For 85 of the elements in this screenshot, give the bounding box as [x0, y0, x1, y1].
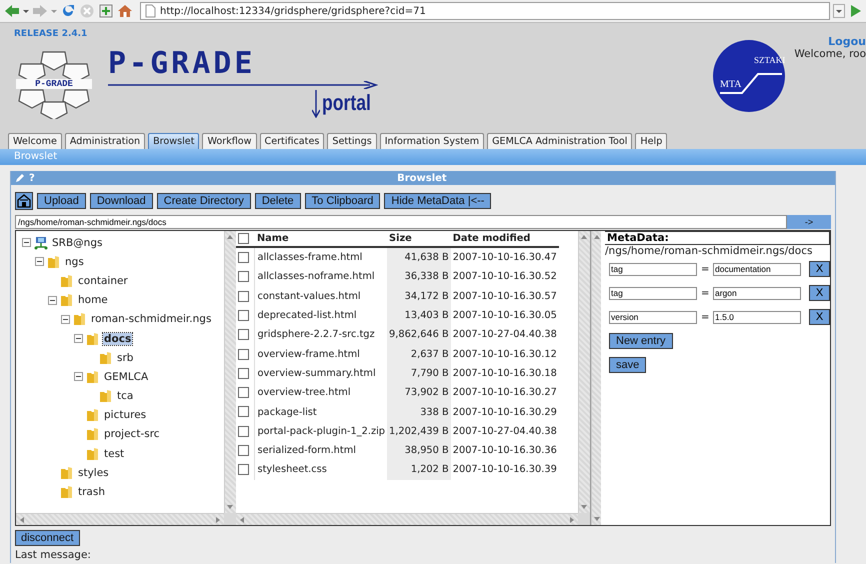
- tree-item[interactable]: ngs: [64, 256, 85, 268]
- file-size: 9,862,646 B: [387, 325, 451, 344]
- tab[interactable]: GEMLCA Administration Tool: [487, 133, 632, 149]
- tab[interactable]: Settings: [327, 133, 377, 149]
- logo-title: P-GRADE: [108, 49, 256, 79]
- url-text: http://localhost:12334/gridsphere/gridsphere?cid=71: [160, 6, 426, 16]
- key-field[interactable]: version: [609, 310, 697, 324]
- key-field[interactable]: tag: [609, 286, 697, 300]
- tree-item[interactable]: styles: [77, 466, 110, 479]
- file-size: 41,638 B: [387, 247, 451, 268]
- toolbar-button[interactable]: Download: [90, 193, 153, 209]
- tab[interactable]: Workflow: [202, 133, 257, 149]
- file-date: 2007-10-10-16.30.47: [450, 247, 559, 268]
- tree-item[interactable]: srb: [116, 352, 134, 364]
- welcome-text: Welcome, roo: [793, 48, 866, 60]
- remove-button[interactable]: X: [809, 309, 830, 325]
- breadcrumb: Browslet: [14, 151, 58, 162]
- file-date: 2007-10-10-16.30.27: [450, 383, 559, 402]
- status-text: Last message:: [15, 549, 92, 561]
- disconnect-button[interactable]: disconnect: [15, 530, 80, 546]
- file-date: 2007-10-10-16.30.18: [450, 364, 559, 384]
- tree-item[interactable]: docs: [103, 332, 132, 345]
- column-header[interactable]: Date modified: [450, 231, 559, 247]
- logo-text: MTA: [720, 79, 742, 90]
- file-date: 2007-10-10-16.30.36: [450, 440, 559, 460]
- tab[interactable]: Browslet: [148, 133, 200, 149]
- value-field[interactable]: 1.5.0: [713, 310, 801, 324]
- tab[interactable]: Certificates: [260, 133, 324, 149]
- key-field[interactable]: tag: [609, 262, 697, 276]
- toolbar-button[interactable]: Upload: [37, 193, 86, 209]
- value-field[interactable]: documentation: [713, 262, 801, 276]
- new-entry-button[interactable]: New entry: [609, 333, 673, 349]
- tree-item[interactable]: project-src: [103, 428, 161, 440]
- tab[interactable]: Welcome: [8, 133, 62, 149]
- tree-item[interactable]: SRB@ngs: [51, 236, 104, 249]
- toolbar-button[interactable]: Delete: [254, 193, 301, 209]
- panel-title: Browslet: [396, 172, 448, 184]
- logo-text: P-GRADE: [16, 79, 92, 89]
- file-date: 2007-10-10-16.30.52: [450, 267, 559, 287]
- equals-sign: =: [701, 312, 709, 322]
- tree-item[interactable]: pictures: [103, 409, 148, 422]
- file-date: 2007-10-27-04.40.38: [450, 422, 559, 441]
- path-field[interactable]: /ngs/home/roman-schmidmeir.ngs/docs: [15, 215, 787, 229]
- file-size: 338 B: [387, 402, 451, 422]
- file-size: 2,637 B: [387, 344, 451, 364]
- file-date: 2007-10-10-16.30.05: [450, 306, 559, 326]
- remove-button[interactable]: X: [809, 261, 830, 277]
- go-button[interactable]: ->: [787, 215, 831, 229]
- tree-item[interactable]: GEMLCA: [103, 370, 150, 383]
- file-size: 38,950 B: [387, 440, 451, 460]
- file-size: 7,790 B: [387, 364, 451, 384]
- logo-subtitle: portal: [322, 90, 371, 116]
- metadata-path: /ngs/home/roman-schmidmeir.ngs/docs: [605, 245, 814, 257]
- file-size: 36,338 B: [387, 267, 451, 287]
- column-header[interactable]: Name: [254, 231, 388, 247]
- file-size: 1,202 B: [387, 460, 451, 480]
- toolbar-button[interactable]: Create Directory: [156, 193, 251, 209]
- release-label: RELEASE 2.4.1: [14, 29, 88, 39]
- file-date: 2007-10-10-16.30.29: [450, 402, 559, 422]
- file-date: 2007-10-10-16.30.39: [450, 460, 559, 480]
- file-size: 34,172 B: [387, 286, 451, 306]
- tab[interactable]: Information System: [380, 133, 484, 149]
- toolbar-button[interactable]: Hide MetaData |<--: [384, 193, 492, 209]
- tab[interactable]: Help: [635, 133, 668, 149]
- file-date: 2007-10-10-16.30.12: [450, 344, 559, 364]
- tree-item[interactable]: trash: [77, 486, 106, 498]
- equals-sign: =: [701, 264, 709, 274]
- equals-sign: =: [701, 288, 709, 298]
- save-button[interactable]: save: [609, 357, 646, 373]
- value-field[interactable]: argon: [713, 286, 801, 300]
- tree-item[interactable]: test: [103, 448, 126, 460]
- remove-button[interactable]: X: [809, 285, 830, 301]
- file-date: 2007-10-10-16.30.57: [450, 286, 559, 306]
- file-size: 13,403 B: [387, 306, 451, 326]
- file-size: 73,902 B: [387, 383, 451, 402]
- tree-item[interactable]: roman-schmidmeir.ngs: [90, 313, 212, 326]
- tree-item[interactable]: tca: [116, 390, 134, 402]
- file-date: 2007-10-27-04.40.38: [450, 325, 559, 344]
- address-bar[interactable]: http://localhost:12334/gridsphere/gridsphere?cid=71: [140, 2, 830, 20]
- metadata-title: MetaData:: [605, 231, 830, 245]
- tree-item[interactable]: container: [77, 274, 129, 287]
- toolbar-button[interactable]: To Clipboard: [304, 193, 380, 209]
- file-size: 1,202,439 B: [387, 422, 451, 441]
- tree-item[interactable]: home: [77, 294, 109, 306]
- tab[interactable]: Administration: [64, 133, 146, 149]
